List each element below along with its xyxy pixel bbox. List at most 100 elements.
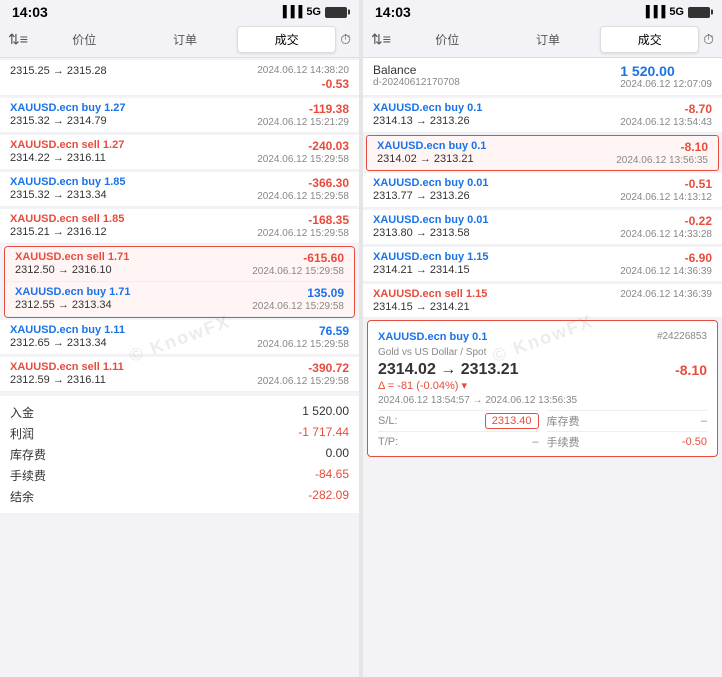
summary-label-3: 手续费 [10, 467, 46, 484]
trade-price-1: 2315.32 → 2314.79 [10, 115, 257, 127]
right-tab-jiwei[interactable]: 价位 [399, 27, 496, 52]
summary-val-1: -1 717.44 [298, 425, 349, 442]
right-trade-item-2[interactable]: XAUUSD.ecn buy 0.01 2313.77 → 2313.26 -0… [363, 173, 722, 208]
trade-pnl-4: -168.35 [257, 213, 349, 227]
left-tab-chengjiao[interactable]: 成交 [237, 26, 336, 53]
left-summary: 入金 1 520.00 利润 -1 717.44 库存费 0.00 手续费 -8… [0, 396, 359, 513]
left-tab-jiwei[interactable]: 价位 [36, 27, 133, 52]
summary-val-0: 1 520.00 [302, 404, 349, 421]
right-trade-symbol-1: XAUUSD.ecn buy 0.1 [377, 140, 616, 152]
summary-val-2: 0.00 [326, 446, 349, 463]
signal-bars-icon: ▐▐▐ [279, 6, 302, 18]
right-status-icons: ▐▐▐ 5G [642, 6, 710, 18]
trade-item-1[interactable]: XAUUSD.ecn buy 1.27 2315.32 → 2314.79 -1… [0, 98, 359, 133]
trade-symbol-5: XAUUSD.ecn sell 1.71 [15, 251, 252, 263]
left-tab-bar: ⇅≡ 价位 订单 成交 ⏱ [0, 22, 359, 58]
trade-symbol-8: XAUUSD.ecn sell 1.11 [10, 361, 257, 373]
right-trade-item-0[interactable]: XAUUSD.ecn buy 0.1 2314.13 → 2313.26 -8.… [363, 98, 722, 133]
right-trade-price-2: 2313.77 → 2313.26 [373, 190, 620, 202]
summary-label-1: 利润 [10, 425, 34, 442]
right-content-area: Balance d-20240612170708 1 520.00 2024.0… [363, 58, 722, 677]
trade-item-0[interactable]: 2315.25 → 2315.28 2024.06.12 14:38:20 -0… [0, 60, 359, 96]
balance-account-id: d-20240612170708 [373, 77, 460, 88]
right-trade-datetime-4: 2024.06.12 14:36:39 [620, 266, 712, 277]
trade-price-4: 2315.21 → 2316.12 [10, 226, 257, 238]
trade-symbol-2: XAUUSD.ecn sell 1.27 [10, 139, 257, 151]
trade-symbol-6: XAUUSD.ecn buy 1.71 [15, 286, 252, 298]
right-trade-symbol-0: XAUUSD.ecn buy 0.1 [373, 102, 620, 114]
right-sort-icon[interactable]: ⇅≡ [371, 31, 391, 48]
detail-fee-field: 手续费 -0.50 [547, 431, 708, 450]
detail-symbol: XAUUSD.ecn buy 0.1 [378, 331, 487, 343]
summary-label-4: 结余 [10, 488, 34, 505]
detail-fee-label: 手续费 [547, 434, 580, 450]
trade-item-8[interactable]: XAUUSD.ecn sell 1.11 2312.59 → 2316.11 -… [0, 357, 359, 392]
right-trade-item-4[interactable]: XAUUSD.ecn buy 1.15 2314.21 → 2314.15 -6… [363, 247, 722, 282]
detail-sl-label: S/L: [378, 415, 398, 427]
right-trade-price-1: 2314.02 → 2313.21 [377, 153, 616, 165]
left-tab-dingdan[interactable]: 订单 [137, 27, 234, 52]
trade-item-3[interactable]: XAUUSD.ecn buy 1.85 2315.32 → 2313.34 -3… [0, 172, 359, 207]
detail-fee-value: -0.50 [682, 436, 707, 448]
right-trade-item-3[interactable]: XAUUSD.ecn buy 0.01 2313.80 → 2313.58 -0… [363, 210, 722, 245]
right-trade-symbol-2: XAUUSD.ecn buy 0.01 [373, 177, 620, 189]
trade-datetime-8: 2024.06.12 15:29:58 [257, 376, 349, 387]
trade-price-5: 2312.50 → 2316.10 [15, 264, 252, 276]
trade-datetime-6: 2024.06.12 15:29:58 [252, 301, 344, 312]
trade-price-0: 2315.25 → 2315.28 [10, 65, 257, 77]
trade-datetime-4: 2024.06.12 15:29:58 [257, 228, 349, 239]
right-trade-datetime-5: 2024.06.12 14:36:39 [620, 289, 712, 300]
trade-item-7[interactable]: XAUUSD.ecn buy 1.11 2312.65 → 2313.34 76… [0, 320, 359, 355]
right-clock-icon[interactable]: ⏱ [703, 31, 714, 48]
trade-item-5[interactable]: XAUUSD.ecn sell 1.71 2312.50 → 2316.10 -… [5, 247, 354, 282]
trade-datetime-1: 2024.06.12 15:21:29 [257, 117, 349, 128]
trade-price-6: 2312.55 → 2313.34 [15, 299, 252, 311]
right-trade-datetime-0: 2024.06.12 13:54:43 [620, 117, 712, 128]
left-clock-icon[interactable]: ⏱ [340, 31, 351, 48]
detail-tp-field: T/P: – [378, 431, 539, 450]
trade-price-3: 2315.32 → 2313.34 [10, 189, 257, 201]
right-trade-item-1[interactable]: XAUUSD.ecn buy 0.1 2314.02 → 2313.21 -8.… [366, 135, 719, 171]
summary-label-2: 库存费 [10, 446, 46, 463]
right-network-type: 5G [669, 6, 684, 18]
left-sort-icon[interactable]: ⇅≡ [8, 31, 28, 48]
detail-fields: S/L: 2313.40 库存费 – T/P: – 手续费 -0.50 [378, 410, 707, 450]
detail-popup-header: XAUUSD.ecn buy 0.1 #24226853 [378, 327, 707, 345]
left-time: 14:03 [12, 4, 48, 20]
trade-price-8: 2312.59 → 2316.11 [10, 374, 257, 386]
right-trade-pnl-3: -0.22 [620, 214, 712, 228]
detail-storage-label: 库存费 [547, 413, 580, 429]
right-battery-icon [688, 7, 710, 18]
trade-symbol-1: XAUUSD.ecn buy 1.27 [10, 102, 257, 114]
summary-row-4: 结余 -282.09 [10, 486, 349, 507]
trade-datetime-5: 2024.06.12 15:29:58 [252, 266, 344, 277]
summary-val-3: -84.65 [315, 467, 349, 484]
trade-pnl-1: -119.38 [257, 102, 349, 116]
trade-item-2[interactable]: XAUUSD.ecn sell 1.27 2314.22 → 2316.11 -… [0, 135, 359, 170]
trade-item-6[interactable]: XAUUSD.ecn buy 1.71 2312.55 → 2313.34 13… [5, 282, 354, 317]
detail-storage-value: – [701, 415, 707, 427]
detail-pnl: -8.10 [675, 362, 707, 378]
right-trade-pnl-1: -8.10 [616, 140, 708, 154]
summary-val-4: -282.09 [308, 488, 349, 505]
right-tab-chengjiao[interactable]: 成交 [600, 26, 699, 53]
right-tab-dingdan[interactable]: 订单 [500, 27, 597, 52]
trade-symbol-3: XAUUSD.ecn buy 1.85 [10, 176, 257, 188]
right-signal-bars-icon: ▐▐▐ [642, 6, 665, 18]
balance-value: 1 520.00 [620, 63, 712, 79]
right-status-bar: 14:03 ▐▐▐ 5G [363, 0, 722, 22]
trade-price-2: 2314.22 → 2316.11 [10, 152, 257, 164]
right-trade-item-5[interactable]: XAUUSD.ecn sell 1.15 2314.15 → 2314.21 2… [363, 284, 722, 318]
detail-prices-row: 2314.02 → 2313.21 -8.10 [378, 361, 707, 379]
trade-item-4[interactable]: XAUUSD.ecn sell 1.85 2315.21 → 2316.12 -… [0, 209, 359, 244]
right-trade-datetime-2: 2024.06.12 14:13:12 [620, 192, 712, 203]
balance-datetime: 2024.06.12 12:07:09 [620, 79, 712, 90]
trade-datetime-2: 2024.06.12 15:29:58 [257, 154, 349, 165]
trade-pnl-6: 135.09 [252, 286, 344, 300]
network-type: 5G [306, 6, 321, 18]
right-trade-price-3: 2313.80 → 2313.58 [373, 227, 620, 239]
trade-symbol-4: XAUUSD.ecn sell 1.85 [10, 213, 257, 225]
summary-row-2: 库存费 0.00 [10, 444, 349, 465]
detail-delta: Δ = -81 (-0.04%) ▾ [378, 379, 707, 392]
summary-row-1: 利润 -1 717.44 [10, 423, 349, 444]
